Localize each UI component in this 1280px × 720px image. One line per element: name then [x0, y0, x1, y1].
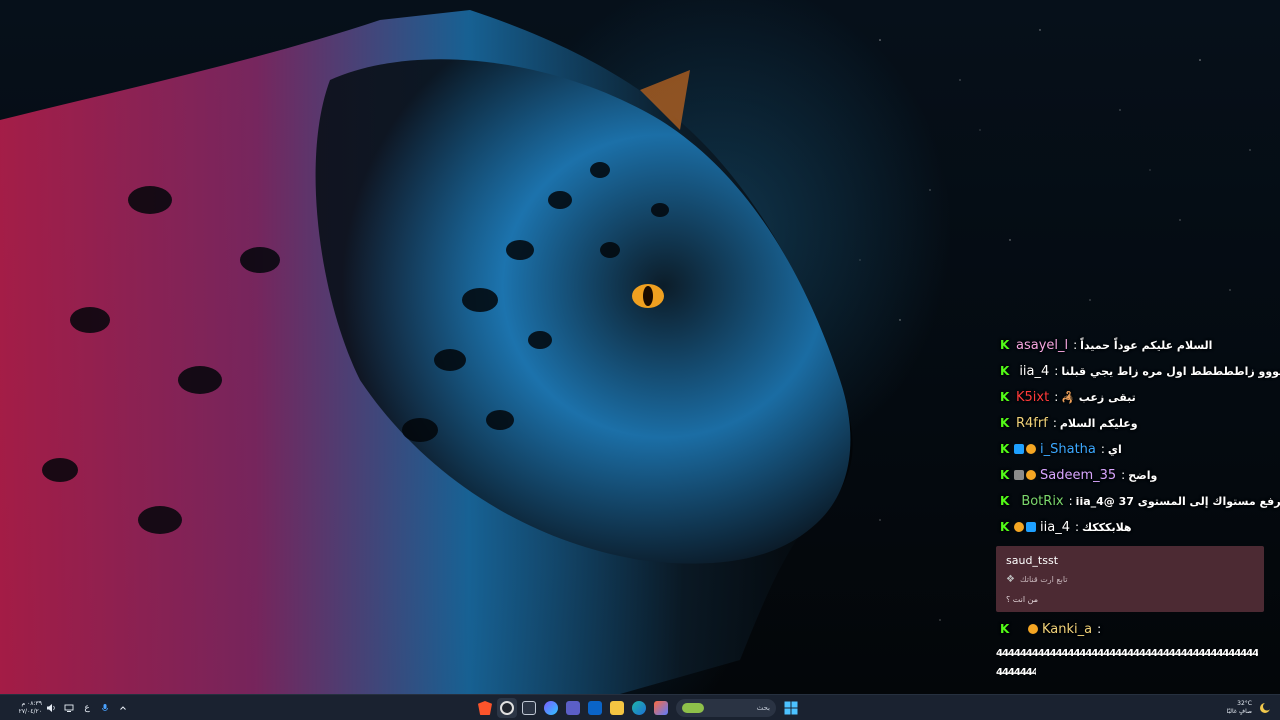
photos-icon[interactable] [651, 698, 671, 718]
chat-text: تبقى زعب 🦂 [1061, 390, 1136, 404]
taskbar: ٠٨:٣٩ م ٢٧/٠٤/٢٠ ع بحث 32°C صافٍ غالبًا [0, 694, 1280, 720]
chat-text: واضح [1128, 468, 1158, 482]
clock-time: ٠٨:٣٩ م [21, 700, 42, 707]
chat-message: K Kanki_a : [996, 616, 1266, 642]
weather-moon-icon [1258, 701, 1272, 715]
chat-message: K R4frf : وعليكم السلام [996, 410, 1266, 436]
taskbar-apps: بحث [474, 698, 802, 718]
kick-icon: K [1000, 468, 1010, 482]
chat-username: K5ixt [1016, 389, 1050, 405]
copilot-icon[interactable] [541, 698, 561, 718]
chat-text: هلابكككك [1082, 520, 1132, 534]
chat-message: K K5ixt : تبقى زعب 🦂 [996, 384, 1266, 410]
kick-icon: K [1000, 364, 1010, 378]
kick-icon: K [1000, 520, 1010, 534]
weather-temp: 32°C [1237, 700, 1252, 707]
chat-separator: : [1052, 416, 1057, 430]
weather-widget[interactable]: 32°C صافٍ غالبًا [1227, 695, 1274, 720]
windows-icon [784, 701, 798, 715]
chat-text: وعليكم السلام [1059, 416, 1138, 430]
og-badge-icon [1026, 444, 1036, 454]
kick-icon: K [1000, 622, 1010, 636]
og-badge-icon [1028, 624, 1038, 634]
chat-text: السلام عليكم عوداً حميداً [1080, 338, 1213, 352]
taskbar-clock[interactable]: ٠٨:٣٩ م ٢٧/٠٤/٢٠ [4, 700, 42, 716]
teams-icon[interactable] [563, 698, 583, 718]
chat-username: i_Shatha [1040, 441, 1096, 457]
kick-icon: K [1000, 494, 1010, 508]
chat-separator: : [1100, 442, 1105, 456]
clock-date: ٢٧/٠٤/٢٠ [18, 708, 42, 715]
chat-separator: : [1068, 494, 1073, 508]
chat-reply-card: saud_tsst ❖ تابع ارت قناتك من انت ؟ [996, 546, 1264, 612]
chat-separator: : [1097, 622, 1102, 636]
file-explorer-icon[interactable] [607, 698, 627, 718]
chat-message: K Sadeem_35 : واضح [996, 462, 1266, 488]
chat-username: Kanki_a [1042, 621, 1093, 637]
microphone-icon[interactable] [98, 701, 112, 715]
chat-text: اي [1107, 442, 1122, 456]
chat-separator: : [1121, 468, 1126, 482]
chat-username: asayel_l [1016, 337, 1069, 353]
weather-text: 32°C صافٍ غالبًا [1227, 700, 1252, 716]
chevron-up-icon[interactable] [116, 701, 130, 715]
chat-separator: : [1054, 390, 1059, 404]
system-tray: ٠٨:٣٩ م ٢٧/٠٤/٢٠ ع [4, 695, 132, 720]
weather-desc: صافٍ غالبًا [1226, 708, 1252, 715]
search-placeholder: بحث [756, 704, 770, 712]
taskbar-search[interactable]: بحث [676, 699, 776, 717]
search-highlight-icon [682, 703, 704, 713]
chat-separator: : [1073, 338, 1078, 352]
outlook-icon[interactable] [585, 698, 605, 718]
level-badge-icon [1014, 470, 1024, 480]
chat-separator: : [1054, 364, 1059, 378]
chat-username: iia_4 [1040, 519, 1070, 535]
chat-username: BotRix [1021, 493, 1064, 509]
chat-username: iia_4 [1019, 363, 1050, 379]
reply-question: من انت ؟ [1006, 595, 1039, 604]
chat-spam-text-short: 4444444 [996, 667, 1036, 678]
brave-browser-icon[interactable] [475, 698, 495, 718]
chat-separator: : [1074, 520, 1080, 534]
chat-message: K BotRix : قمت برفع مستواك إلى المستوى 3… [996, 488, 1280, 514]
volume-icon[interactable] [44, 701, 58, 715]
vpn-icon[interactable] [519, 698, 539, 718]
kick-icon: K [1000, 416, 1010, 430]
subscriber-badge-icon [1026, 522, 1036, 532]
obs-icon[interactable] [497, 698, 517, 718]
og-badge-icon [1026, 470, 1036, 480]
kick-icon: K [1000, 390, 1010, 404]
chat-username: R4frf [1016, 415, 1048, 431]
og-badge-icon [1014, 522, 1024, 532]
chat-message: K asayel_l : السلام عليكم عوداً حميداً [996, 332, 1266, 358]
chat-message: K iia_4 : البقى حيووو زاططططط اول مره زا… [996, 358, 1280, 384]
chat-spam-text: 4444444444444444444444444444444444444444… [996, 648, 1258, 659]
chat-username: Sadeem_35 [1040, 467, 1117, 483]
chat-text: قمت برفع مستواك إلى المستوى 37 @iia_4 [1075, 494, 1280, 508]
edge-icon[interactable] [629, 698, 649, 718]
subscriber-badge-icon [1014, 444, 1024, 454]
reply-icon: ❖ [1006, 574, 1015, 585]
chat-overlay: K asayel_l : السلام عليكم عوداً حميداً K… [996, 332, 1280, 678]
kick-icon: K [1000, 442, 1010, 456]
reply-username: saud_tsst [1006, 554, 1059, 567]
chat-message: K i_Shatha : اي [996, 436, 1266, 462]
language-indicator[interactable]: ع [80, 701, 94, 715]
reply-subtext: تابع ارت قناتك [1020, 575, 1068, 584]
start-button[interactable] [781, 698, 801, 718]
network-icon[interactable] [62, 701, 76, 715]
chat-message: K iia_4 : هلابكككك [996, 514, 1266, 540]
chat-text: البقى حيووو زاططططط اول مره زاط يجي قبلن… [1061, 364, 1280, 378]
kick-icon: K [1000, 338, 1010, 352]
